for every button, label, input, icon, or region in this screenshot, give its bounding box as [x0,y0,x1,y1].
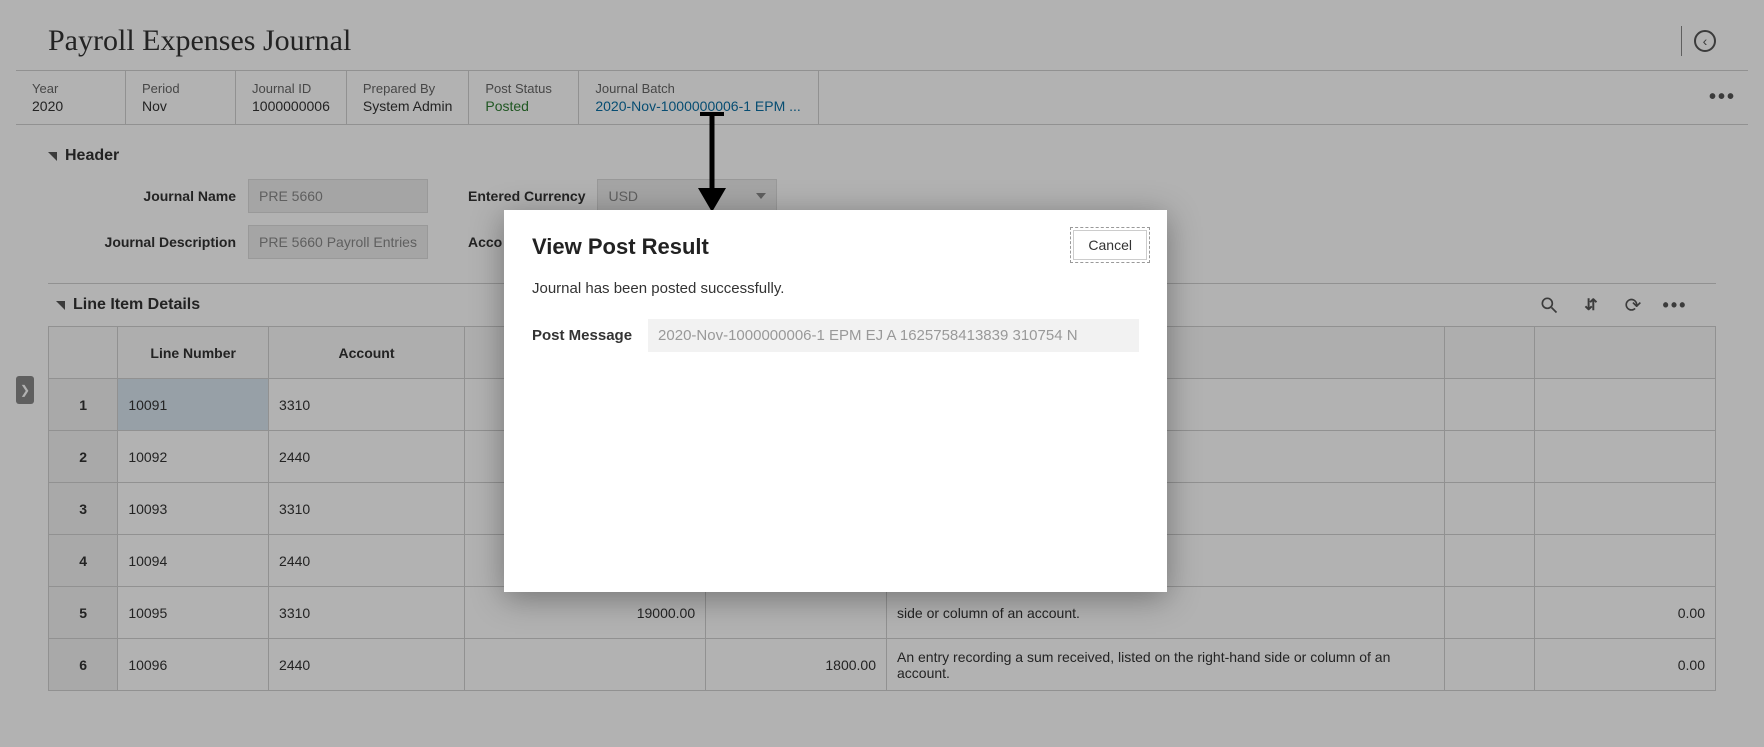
modal-message: Journal has been posted successfully. [532,280,1139,297]
modal-post-message-field: Post Message 2020-Nov-1000000006-1 EPM E… [532,319,1139,352]
cancel-button[interactable]: Cancel [1073,230,1147,260]
post-message-value: 2020-Nov-1000000006-1 EPM EJ A 162575841… [648,319,1139,352]
view-post-result-modal: View Post Result Cancel Journal has been… [504,210,1167,592]
modal-title: View Post Result [532,234,1139,260]
post-message-label: Post Message [532,327,632,344]
